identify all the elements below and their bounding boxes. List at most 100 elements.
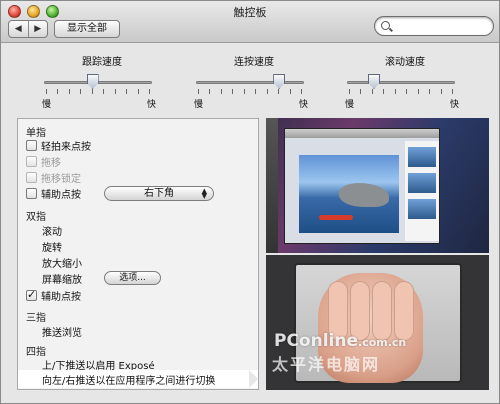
tracking-speed-knob[interactable]: [86, 74, 99, 89]
two-finger-rotate-item: 旋转: [42, 242, 62, 254]
four-finger-switch-apps-label: 向左/右推送以在应用程序之间进行切换: [42, 376, 216, 387]
screen-zoom-item: 屏幕缩放: [42, 274, 82, 286]
dragging-label: 拖移: [41, 157, 61, 169]
search-icon: [381, 21, 390, 30]
tap-to-click-label: 轻拍来点按: [41, 141, 91, 153]
screen-zoom-options-button[interactable]: 选项...: [104, 271, 161, 285]
one-finger-secondary-click-label: 辅助点按: [41, 189, 81, 201]
scrolling-speed-label: 滚动速度: [385, 57, 425, 68]
slider-tick: [209, 89, 211, 94]
slider-tick: [383, 89, 385, 94]
four-finger-expose-item: 上/下推送以启用 Exposé: [42, 360, 155, 372]
scrolling-speed-knob[interactable]: [368, 74, 380, 89]
slider-tick: [80, 89, 82, 94]
double-click-speed-label: 连按速度: [234, 57, 274, 68]
scrolling-speed-fast-label: 快: [449, 100, 459, 110]
slider-tick: [451, 89, 453, 94]
slider-tick: [255, 89, 257, 94]
tracking-speed-slider-group: 跟踪速度 慢 快: [42, 53, 162, 110]
slider-tick: [103, 89, 105, 94]
gesture-demo-screen-video: [266, 118, 489, 253]
slider-tick: [278, 89, 280, 94]
two-finger-secondary-click-checkbox[interactable]: [26, 288, 37, 301]
two-finger-zoom-item: 放大缩小: [42, 258, 82, 270]
demo-lake-photo: [299, 155, 399, 233]
scrolling-speed-slider-group: 滚动速度 慢 快: [345, 53, 465, 110]
drag-lock-row: 拖移锁定: [26, 170, 81, 185]
double-click-speed-ticks: [198, 89, 302, 95]
one-finger-secondary-click-row[interactable]: 辅助点按: [26, 186, 81, 201]
four-finger-switch-apps-item[interactable]: 向左/右推送以在应用程序之间进行切换: [18, 370, 258, 388]
drag-lock-label: 拖移锁定: [41, 173, 81, 185]
double-click-speed-fast-label: 快: [298, 100, 308, 110]
slider-tick: [371, 89, 373, 94]
two-finger-scroll-item: 滚动: [42, 226, 62, 238]
slider-tick: [394, 89, 396, 94]
selection-arrow-icon: [249, 370, 258, 388]
slider-tick: [349, 89, 350, 94]
tracking-speed-fast-label: 快: [146, 100, 156, 110]
search-field[interactable]: [374, 16, 494, 36]
title-bar: 触控板 ◀ ▶ 显示全部: [1, 1, 499, 43]
slider-tick: [266, 89, 268, 94]
tracking-speed-slow-label: 慢: [42, 100, 52, 110]
back-forward-control: ◀ ▶: [8, 20, 48, 38]
scrolling-speed-track[interactable]: [347, 81, 455, 84]
slider-tick: [417, 89, 419, 94]
slider-tick: [68, 89, 70, 94]
secondary-click-corner-popup[interactable]: 右下角 ▲ ▼: [104, 186, 214, 201]
slider-tick: [126, 89, 128, 94]
gesture-options-panel: 单指 轻拍来点按 拖移 拖移锁定 辅助点按 右下角 ▲ ▼ 双指 滚动 旋转 放大…: [17, 118, 259, 390]
trackpad-preferences-window: 触控板 ◀ ▶ 显示全部 跟踪速度 慢 快 连按速度 慢 快 滚动速度 慢 快 …: [0, 0, 500, 404]
search-input[interactable]: [395, 19, 487, 33]
slider-tick: [232, 89, 234, 94]
back-arrow-icon: ◀: [14, 24, 22, 34]
slider-tick: [300, 89, 302, 94]
double-click-speed-knob[interactable]: [273, 74, 286, 89]
slider-tick: [440, 89, 442, 94]
three-fingers-section-title: 三指: [26, 313, 46, 324]
tracking-speed-label: 跟踪速度: [82, 57, 122, 68]
slider-tick: [360, 89, 362, 94]
forward-button[interactable]: ▶: [27, 21, 48, 37]
dragging-row: 拖移: [26, 154, 61, 169]
tap-to-click-checkbox[interactable]: [26, 139, 37, 151]
back-button[interactable]: ◀: [9, 21, 28, 37]
slider-tick: [220, 89, 222, 94]
popup-updown-icon: ▲ ▼: [201, 187, 207, 200]
double-click-speed-track[interactable]: [196, 81, 304, 84]
watermark-chinese: 太平洋电脑网: [272, 355, 381, 374]
scrolling-speed-ticks: [349, 89, 453, 95]
slider-tick: [91, 89, 93, 94]
slider-tick: [114, 89, 116, 94]
double-click-speed-slider-group: 连按速度 慢 快: [194, 53, 314, 110]
two-finger-secondary-click-row[interactable]: 辅助点按: [26, 288, 81, 303]
slider-tick: [198, 89, 199, 94]
two-fingers-section-title: 双指: [26, 212, 46, 223]
slider-tick: [137, 89, 139, 94]
one-finger-secondary-click-checkbox[interactable]: [26, 187, 37, 199]
double-click-speed-slow-label: 慢: [194, 100, 204, 110]
slider-tick: [406, 89, 408, 94]
slider-tick: [429, 89, 431, 94]
slider-tick: [243, 89, 245, 94]
show-all-button[interactable]: 显示全部: [54, 20, 120, 38]
scrolling-speed-slow-label: 慢: [345, 100, 355, 110]
tracking-speed-ticks: [46, 89, 150, 95]
gesture-demo-trackpad-video: PConline.com.cn 太平洋电脑网: [266, 255, 489, 390]
three-finger-swipe-item: 推送浏览: [42, 327, 82, 339]
slider-tick: [46, 89, 47, 94]
dock-strip: [266, 118, 278, 253]
slider-tick: [148, 89, 150, 94]
slider-tick: [57, 89, 59, 94]
demo-thumbnail-strip: [405, 141, 439, 241]
tap-to-click-row[interactable]: 轻拍来点按: [26, 138, 91, 153]
demo-app-window: [284, 128, 440, 244]
secondary-click-corner-value: 右下角: [144, 188, 174, 199]
two-finger-secondary-click-label: 辅助点按: [41, 291, 81, 303]
forward-arrow-icon: ▶: [34, 24, 42, 34]
drag-lock-checkbox: [26, 171, 37, 183]
slider-tick: [289, 89, 291, 94]
watermark-logo: PConline.com.cn: [274, 331, 407, 351]
dragging-checkbox: [26, 155, 37, 167]
